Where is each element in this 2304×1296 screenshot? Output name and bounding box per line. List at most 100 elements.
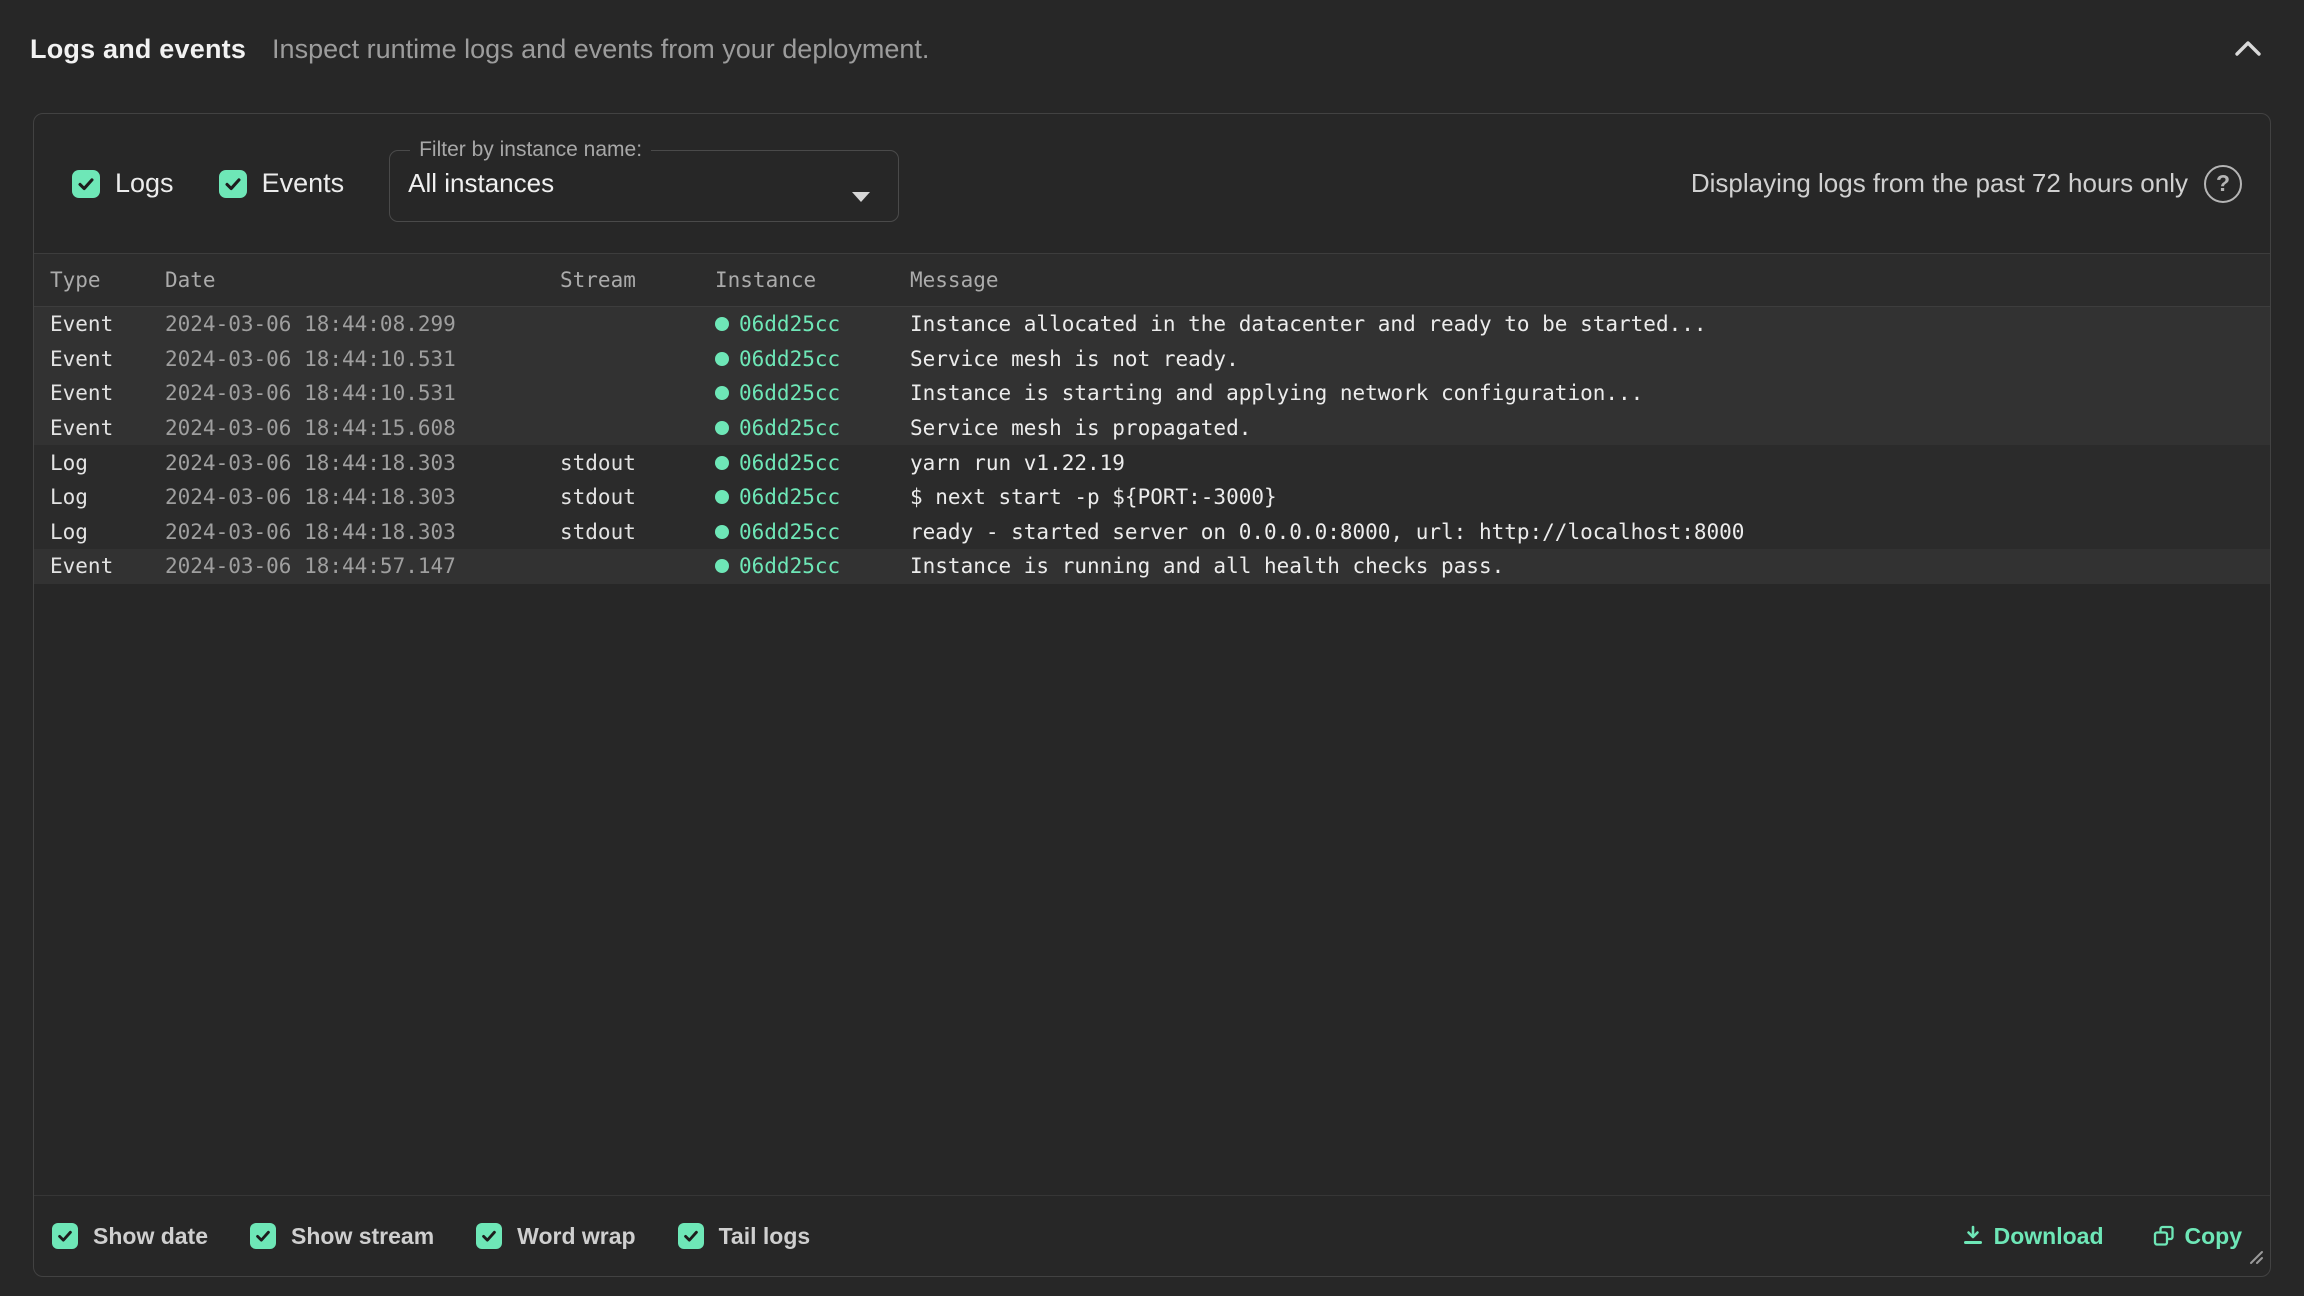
instance-filter-value: All instances [390,162,898,199]
cell-instance-id: 06dd25cc [739,554,840,578]
cell-message: Instance is starting and applying networ… [910,381,2270,405]
instance-filter-legend: Filter by instance name: [410,138,651,162]
cell-instance: 06dd25cc [715,554,910,578]
cell-instance-id: 06dd25cc [739,381,840,405]
cell-type: Log [50,451,165,475]
cell-stream: stdout [560,485,715,509]
instance-status-dot-icon [715,525,729,539]
footer-actions: Download Copy [1961,1223,2242,1250]
log-row: Log 2024-03-06 18:44:18.303 stdout 06dd2… [34,515,2270,550]
log-row: Event 2024-03-06 18:44:57.147 06dd25cc I… [34,549,2270,584]
column-header-instance: Instance [715,268,910,292]
instance-status-dot-icon [715,317,729,331]
log-table-header: Type Date Stream Instance Message [34,253,2270,307]
cell-type: Log [50,520,165,544]
tail-logs-toggle[interactable]: Tail logs [678,1223,811,1250]
log-list: Event 2024-03-06 18:44:08.299 06dd25cc I… [34,307,2270,1195]
retention-note: Displaying logs from the past 72 hours o… [1691,168,2188,199]
instance-status-dot-icon [715,490,729,504]
cell-instance-id: 06dd25cc [739,485,840,509]
log-row: Event 2024-03-06 18:44:10.531 06dd25cc I… [34,376,2270,411]
cell-date: 2024-03-06 18:44:18.303 [165,485,560,509]
download-label: Download [1994,1223,2104,1250]
filter-bar: Logs Events Filter by instance name: All… [34,114,2270,253]
cell-instance: 06dd25cc [715,347,910,371]
cell-instance: 06dd25cc [715,485,910,509]
cell-stream: stdout [560,451,715,475]
cell-instance: 06dd25cc [715,451,910,475]
log-row: Log 2024-03-06 18:44:18.303 stdout 06dd2… [34,445,2270,480]
logs-panel: Logs Events Filter by instance name: All… [33,113,2271,1277]
cell-date: 2024-03-06 18:44:10.531 [165,381,560,405]
page-subtitle: Inspect runtime logs and events from you… [272,34,929,65]
word-wrap-toggle[interactable]: Word wrap [476,1223,635,1250]
cell-message: ready - started server on 0.0.0.0:8000, … [910,520,2270,544]
logs-filter-label: Logs [115,168,174,199]
download-icon [1961,1224,1985,1248]
cell-message: Instance allocated in the datacenter and… [910,312,2270,336]
checkbox-checked-icon [678,1223,704,1249]
tail-logs-label: Tail logs [719,1223,811,1250]
cell-instance: 06dd25cc [715,312,910,336]
cell-message: Instance is running and all health check… [910,554,2270,578]
checkbox-checked-icon [476,1223,502,1249]
chevron-down-icon [852,192,870,202]
cell-date: 2024-03-06 18:44:18.303 [165,520,560,544]
show-date-label: Show date [93,1223,208,1250]
cell-date: 2024-03-06 18:44:08.299 [165,312,560,336]
cell-type: Event [50,381,165,405]
cell-type: Event [50,416,165,440]
copy-icon [2152,1224,2176,1248]
cell-instance-id: 06dd25cc [739,416,840,440]
cell-type: Event [50,554,165,578]
show-date-toggle[interactable]: Show date [52,1223,208,1250]
collapse-section-button[interactable] [2228,29,2268,69]
cell-message: Service mesh is propagated. [910,416,2270,440]
log-row: Event 2024-03-06 18:44:08.299 06dd25cc I… [34,307,2270,342]
checkbox-checked-icon [219,170,247,198]
cell-instance-id: 06dd25cc [739,312,840,336]
log-row: Event 2024-03-06 18:44:15.608 06dd25cc S… [34,411,2270,446]
help-icon[interactable]: ? [2204,165,2242,203]
cell-type: Log [50,485,165,509]
instance-status-dot-icon [715,559,729,573]
cell-date: 2024-03-06 18:44:57.147 [165,554,560,578]
cell-instance: 06dd25cc [715,416,910,440]
column-header-message: Message [910,268,2270,292]
events-filter-checkbox[interactable]: Events [219,168,345,199]
cell-type: Event [50,347,165,371]
cell-message: Service mesh is not ready. [910,347,2270,371]
cell-date: 2024-03-06 18:44:15.608 [165,416,560,440]
cell-message: yarn run v1.22.19 [910,451,2270,475]
download-logs-button[interactable]: Download [1961,1223,2104,1250]
instance-status-dot-icon [715,421,729,435]
events-filter-label: Events [262,168,345,199]
cell-instance: 06dd25cc [715,381,910,405]
cell-date: 2024-03-06 18:44:10.531 [165,347,560,371]
section-header: Logs and events Inspect runtime logs and… [0,0,2304,113]
chevron-up-icon [2233,38,2263,60]
instance-status-dot-icon [715,456,729,470]
retention-note-wrap: Displaying logs from the past 72 hours o… [1691,165,2242,203]
instance-status-dot-icon [715,386,729,400]
copy-logs-button[interactable]: Copy [2152,1223,2243,1250]
cell-type: Event [50,312,165,336]
instance-filter-select[interactable]: Filter by instance name: All instances [389,138,899,222]
cell-message: $ next start -p ${PORT:-3000} [910,485,2270,509]
instance-status-dot-icon [715,352,729,366]
cell-stream: stdout [560,520,715,544]
cell-instance: 06dd25cc [715,520,910,544]
checkbox-checked-icon [52,1223,78,1249]
show-stream-label: Show stream [291,1223,434,1250]
copy-label: Copy [2185,1223,2243,1250]
checkbox-checked-icon [72,170,100,198]
cell-instance-id: 06dd25cc [739,347,840,371]
log-row: Log 2024-03-06 18:44:18.303 stdout 06dd2… [34,480,2270,515]
cell-instance-id: 06dd25cc [739,451,840,475]
resize-handle[interactable] [2245,1246,2265,1271]
page-title: Logs and events [30,34,246,65]
log-row: Event 2024-03-06 18:44:10.531 06dd25cc S… [34,342,2270,377]
show-stream-toggle[interactable]: Show stream [250,1223,434,1250]
column-header-stream: Stream [560,268,715,292]
logs-filter-checkbox[interactable]: Logs [72,168,174,199]
